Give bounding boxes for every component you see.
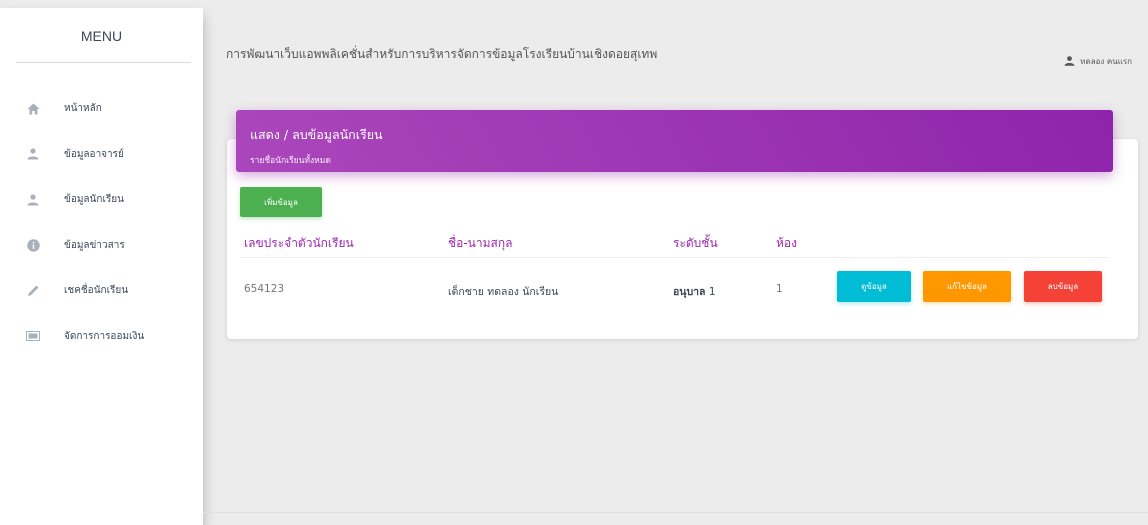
card-header: แสดง / ลบข้อมูลนักเรียน รายชื่อนักเรียนท… [236,110,1113,172]
cell-level-number: 1 [705,286,716,298]
sidebar-menu: หน้าหลัก ข้อมูลอาจารย์ ข้อมูลนักเรียน ข้… [0,86,203,359]
sidebar-item-teachers[interactable]: ข้อมูลอาจารย์ [0,132,203,178]
edit-button[interactable]: แก้ไขข้อมูล [923,271,1011,302]
sidebar-item-label: หน้าหลัก [64,103,102,115]
cell-student-id: 654123 [244,283,285,295]
view-button[interactable]: ดูข้อมูล [837,271,911,302]
column-header-level: ระดับชั้น [673,236,718,250]
column-header-room: ห้อง [776,236,797,250]
cell-room: 1 [776,283,783,295]
home-icon [26,102,40,116]
sidebar: MENU หน้าหลัก ข้อมูลอาจารย์ ข้อมูลนักเรี… [0,8,203,525]
sidebar-item-label: เชคชื่อนักเรียน [64,285,129,297]
page-title: การพัฒนาเว็บแอพพลิเคชั่นสำหรับการบริหารจ… [226,47,658,61]
sidebar-item-label: ข้อมูลข่าวสาร [64,239,125,251]
sidebar-item-savings[interactable]: จัดการการออมเงิน [0,314,203,360]
user-name: ทดลอง คนแรก [1080,57,1132,66]
column-header-name: ชื่อ-นามสกุล [448,236,513,250]
money-icon [26,329,40,343]
sidebar-item-label: จัดการการออมเงิน [64,330,145,342]
sidebar-item-label: ข้อมูลอาจารย์ [64,148,124,160]
menu-divider [16,62,191,63]
card-title: แสดง / ลบข้อมูลนักเรียน [250,127,383,142]
column-header-student-id: เลขประจำตัวนักเรียน [244,236,354,250]
info-icon [26,238,40,252]
menu-title: MENU [80,28,123,44]
person-icon [26,147,40,161]
sidebar-item-news[interactable]: ข้อมูลข่าวสาร [0,223,203,269]
user-menu[interactable]: ทดลอง คนแรก [1064,55,1132,68]
sidebar-item-home[interactable]: หน้าหลัก [0,86,203,132]
sidebar-item-attendance[interactable]: เชคชื่อนักเรียน [0,268,203,314]
delete-button[interactable]: ลบข้อมูล [1024,271,1102,302]
user-icon [1064,55,1075,68]
cell-name: เด็กชาย ทดลอง นักเรียน [448,286,559,298]
footer-divider [203,512,1148,513]
table-header-divider [240,257,1108,258]
sidebar-item-label: ข้อมูลนักเรียน [64,194,124,206]
card-subtitle: รายชื่อนักเรียนทั้งหมด [250,156,331,166]
cell-level: อนุบาล 1 [673,283,716,300]
add-student-button[interactable]: เพิ่มข้อมูล [240,187,322,217]
pencil-icon [26,284,40,298]
sidebar-item-students[interactable]: ข้อมูลนักเรียน [0,177,203,223]
person-icon [26,193,40,207]
cell-level-text: อนุบาล [673,286,706,298]
top-navbar: การพัฒนาเว็บแอพพลิเคชั่นสำหรับการบริหารจ… [203,8,1148,98]
